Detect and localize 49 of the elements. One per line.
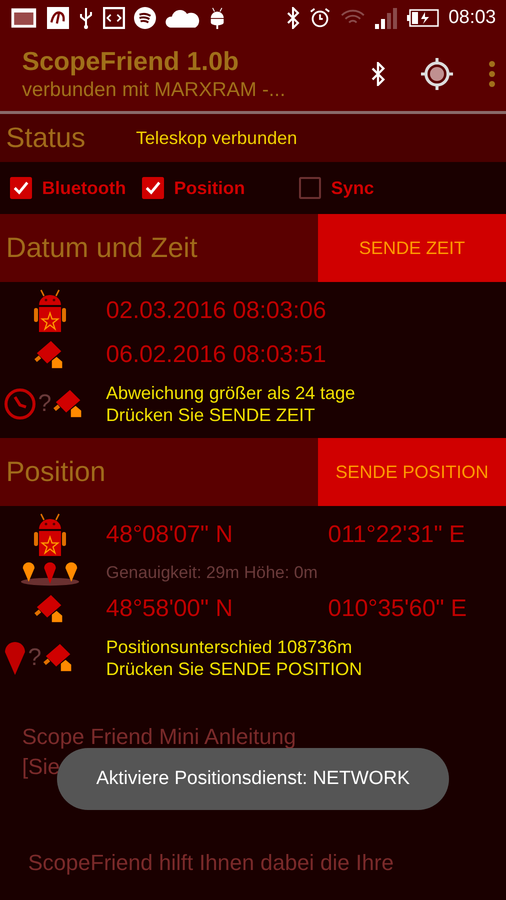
phone-time: 02.03.2016 08:03:06 — [105, 297, 326, 325]
clock-time: 08:03 — [448, 7, 496, 29]
section-title: Position — [6, 456, 107, 488]
android-robot-icon — [33, 512, 67, 558]
code-icon — [102, 7, 124, 29]
warning-text: Positionsunterschied 108736m — [106, 636, 354, 658]
send-position-button[interactable]: SENDE POSITION — [318, 438, 506, 506]
manual-text: ScopeFriend hilft Ihnen dabei die Ihre — [27, 850, 395, 876]
android-icon — [209, 7, 226, 29]
checkbox-label: Bluetooth — [42, 178, 126, 198]
bluetooth-button[interactable] — [370, 62, 386, 86]
warning-text: Drücken Sie SENDE POSITION — [106, 658, 362, 680]
music-icon — [134, 7, 156, 29]
usb-icon — [78, 7, 94, 29]
telescope-time: 06.02.2016 08:03:51 — [105, 341, 326, 369]
question-mark: ? — [38, 392, 52, 416]
checkbox[interactable] — [10, 177, 32, 199]
status-label: Status — [6, 122, 86, 154]
longitude: 011°22'31" E — [327, 521, 466, 549]
section-title: Datum und Zeit — [6, 232, 198, 264]
app-subtitle: verbunden mit MARXRAM -... — [22, 78, 286, 102]
checkbox-label: Sync — [330, 178, 374, 198]
accuracy-text: Genauigkeit: 29m Höhe: 0m — [105, 563, 318, 583]
cloud-icon — [164, 7, 200, 29]
bluetooth-icon — [286, 7, 300, 29]
status-value: Teleskop verbunden — [136, 128, 298, 148]
signal-icon — [374, 7, 398, 29]
send-time-button[interactable]: SENDE ZEIT — [318, 214, 506, 282]
android-robot-icon — [33, 288, 67, 334]
latitude: 48°08'07" N — [105, 521, 234, 549]
checkbox[interactable] — [142, 177, 164, 199]
battery-icon — [407, 9, 440, 27]
location-button[interactable] — [420, 56, 454, 90]
more-menu-button[interactable] — [488, 60, 496, 86]
clock-icon — [4, 388, 36, 420]
latitude: 48°58'00" N — [105, 595, 234, 623]
manual-heading: [Sie — [22, 753, 60, 781]
image-icon — [10, 7, 38, 29]
warning-text: Abweichung größer als 24 tage — [106, 382, 356, 404]
app-title: ScopeFriend 1.0b — [22, 46, 240, 76]
manual-heading: Scope Friend Mini Anleitung — [22, 723, 296, 751]
warning-text: Drücken Sie SENDE ZEIT — [106, 404, 316, 426]
checkbox[interactable] — [298, 177, 321, 199]
alarm-clock-icon — [308, 7, 331, 29]
longitude: 010°35'60" E — [327, 595, 467, 623]
checkbox-label: Position — [174, 178, 245, 198]
location-pin-icon — [4, 640, 26, 676]
location-pins-icon — [19, 560, 81, 586]
question-mark: ? — [28, 646, 42, 670]
